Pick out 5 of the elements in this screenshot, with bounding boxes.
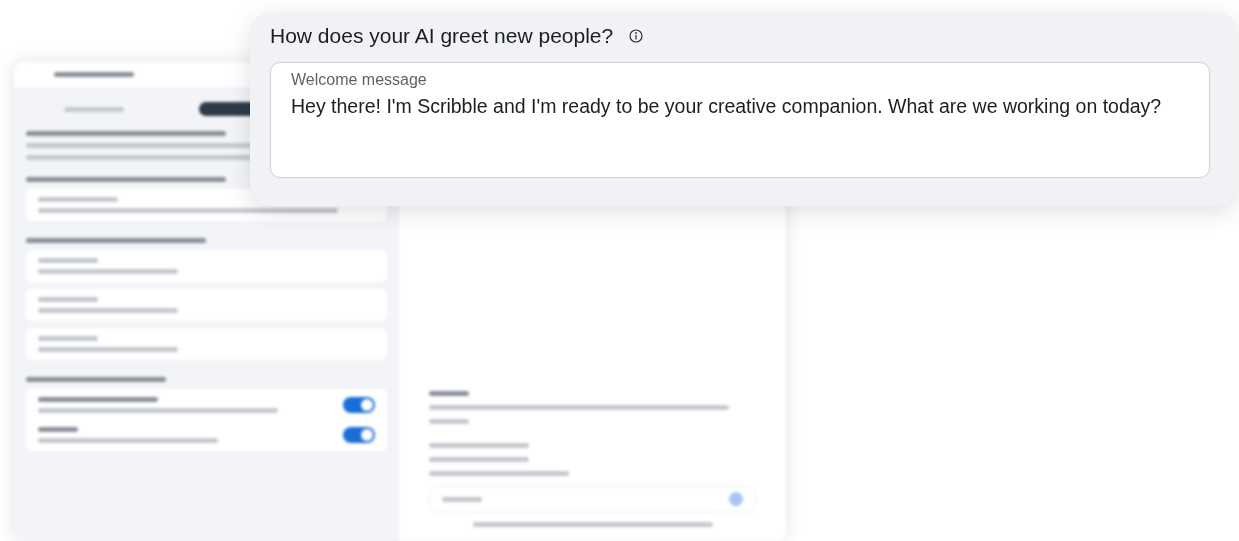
dialog-title: How does your AI greet new people? — [270, 24, 614, 48]
field-label: Welcome message — [291, 71, 428, 89]
welcome-message-field[interactable]: Welcome message Hey there! I'm Scribble and I'm ready to be your creative companion. What are we working on today? — [270, 62, 1210, 178]
field-value: Hey there! I'm Scribble and I'm ready to be your creative companion. What are we working on today? — [291, 95, 1163, 118]
info-icon[interactable] — [629, 29, 644, 43]
